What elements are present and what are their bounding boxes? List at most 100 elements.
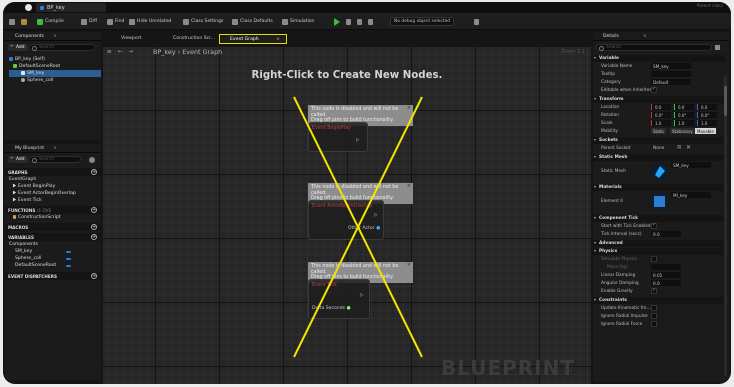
class-defaults-button[interactable]: Class Defaults <box>232 17 273 26</box>
eject-button[interactable] <box>368 17 373 26</box>
transform-section[interactable]: Transform <box>593 96 725 103</box>
material-picker[interactable]: MI_key <box>671 192 721 199</box>
construction-script-item[interactable]: ConstructionScript <box>13 214 61 221</box>
tick-interval-input[interactable]: 0.0 <box>651 231 681 237</box>
editable-checkbox[interactable] <box>651 86 657 93</box>
event-graph-canvas[interactable]: ≡ ← → BP_key › Event Graph Zoom 1:1 Righ… <box>103 46 591 384</box>
event-item-begin-play[interactable]: Event BeginPlay <box>13 183 55 190</box>
tab-viewport[interactable]: Viewport <box>111 34 145 44</box>
rotation-z[interactable]: 0.0° <box>697 112 717 118</box>
static-mesh-thumbnail[interactable] <box>651 163 668 180</box>
step-button[interactable] <box>346 17 351 26</box>
event-graph-item[interactable]: EventGraph <box>9 176 36 183</box>
settings-gear-icon[interactable] <box>89 157 95 163</box>
add-dispatcher-icon[interactable]: + <box>91 273 97 279</box>
hide-unrelated-button[interactable]: Hide Unrelated <box>129 17 171 26</box>
sockets-section[interactable]: Sockets <box>593 137 725 144</box>
play-button[interactable] <box>334 17 340 26</box>
linear-damping-input[interactable]: 0.01 <box>651 272 681 278</box>
component-tick-section[interactable]: Component Tick <box>593 215 725 222</box>
tree-item-self[interactable]: BP_key (Self) <box>9 56 45 63</box>
static-mesh-picker[interactable]: SM_key <box>671 162 721 169</box>
clear-icon[interactable]: ✕ <box>686 144 691 151</box>
details-scrollbar[interactable] <box>724 76 727 376</box>
update-kinematic-checkbox[interactable] <box>651 305 657 311</box>
constraints-section[interactable]: Constraints <box>593 297 725 304</box>
variable-item-sphere-coll[interactable]: Sphere_coll <box>15 255 41 262</box>
material-value[interactable]: MI_key <box>671 192 711 198</box>
find-button[interactable]: Find <box>107 17 124 26</box>
debug-filter-button[interactable] <box>474 17 479 26</box>
simulate-physics-checkbox[interactable] <box>651 256 657 262</box>
mobility-movable[interactable]: Movable <box>695 128 716 134</box>
event-dispatchers-section-header[interactable]: EVENT DISPATCHERS + <box>5 272 101 280</box>
material-thumbnail[interactable] <box>651 193 668 210</box>
browse-button[interactable] <box>21 17 27 26</box>
tooltip-input[interactable] <box>651 71 691 77</box>
simulation-button[interactable]: Simulation <box>282 17 314 26</box>
compile-button[interactable]: Compile <box>37 17 64 26</box>
add-macro-icon[interactable]: + <box>91 224 97 230</box>
debug-object-dropdown[interactable]: No debug object selected <box>390 17 455 26</box>
event-item-tick[interactable]: Event Tick <box>13 197 42 204</box>
close-tab-icon[interactable]: × <box>276 37 280 42</box>
mass-input[interactable] <box>651 264 681 270</box>
variable-item-default-scene-root[interactable]: DefaultSceneRoot <box>15 262 56 269</box>
row-label[interactable]: Scale <box>601 121 613 126</box>
category-dropdown[interactable]: Default <box>651 79 691 85</box>
components-search-input[interactable]: Search <box>29 44 95 51</box>
components-category[interactable]: Components <box>9 241 38 248</box>
location-x[interactable]: 0.0 <box>651 104 671 110</box>
add-variable-icon[interactable]: + <box>91 234 97 240</box>
rotation-x[interactable]: 0.0° <box>651 112 671 118</box>
row-label[interactable]: Location <box>601 105 619 110</box>
stop-button[interactable] <box>357 17 362 26</box>
advanced-section[interactable]: Advanced <box>593 240 725 247</box>
macros-section-header[interactable]: MACROS + <box>5 223 101 231</box>
scale-y[interactable]: 1.0 <box>674 120 694 126</box>
graphs-section-header[interactable]: GRAPHS + <box>5 168 101 176</box>
add-graph-icon[interactable]: + <box>91 169 97 175</box>
event-item-begin-overlap[interactable]: Event ActorBeginOverlap <box>13 190 76 197</box>
tree-item-sm-key[interactable]: SM_key <box>21 70 44 77</box>
ignore-radial-force-checkbox[interactable] <box>651 321 657 327</box>
save-button[interactable] <box>9 17 15 26</box>
tick-enabled-checkbox[interactable] <box>651 222 657 229</box>
static-mesh-section[interactable]: Static Mesh <box>593 154 725 161</box>
angular-damping-input[interactable]: 0.0 <box>651 280 681 286</box>
variable-item-sm-key[interactable]: SM_key <box>15 248 32 255</box>
scale-z[interactable]: 1.0 <box>697 120 717 126</box>
ignore-radial-impulse-checkbox[interactable] <box>651 313 657 319</box>
mobility-static[interactable]: Static <box>651 128 667 134</box>
close-icon[interactable]: × <box>643 34 647 39</box>
details-search-input[interactable]: Search <box>596 44 712 51</box>
socket-browse-icon[interactable]: ▤ <box>677 145 681 150</box>
diff-button[interactable]: Diff <box>81 17 97 26</box>
my-blueprint-search-input[interactable]: Search <box>29 156 81 163</box>
variables-section-header[interactable]: VARIABLES + <box>5 233 101 241</box>
location-z[interactable]: 0.0 <box>697 104 717 110</box>
close-icon[interactable]: × <box>53 34 57 39</box>
document-tab[interactable]: BP_key <box>36 3 106 12</box>
mobility-stationary[interactable]: Stationary <box>670 128 695 134</box>
functions-section-header[interactable]: FUNCTIONS (1 OVE + <box>5 206 101 214</box>
tab-construction-script[interactable]: Construction Scr... <box>163 34 219 44</box>
variable-section[interactable]: Variable <box>593 55 725 62</box>
tree-item-default-scene-root[interactable]: DefaultSceneRoot <box>13 63 60 70</box>
location-y[interactable]: 0.0 <box>674 104 694 110</box>
materials-section[interactable]: Materials <box>593 184 725 191</box>
scale-x[interactable]: 1.0 <box>651 120 671 126</box>
rotation-y[interactable]: 0.0° <box>674 112 694 118</box>
static-mesh-value[interactable]: SM_key <box>671 162 711 168</box>
my-blueprint-add-button[interactable]: Add <box>8 156 28 163</box>
tab-event-graph[interactable]: Event Graph × <box>219 34 287 44</box>
components-add-button[interactable]: Add <box>8 44 28 51</box>
enable-gravity-checkbox[interactable] <box>651 287 657 294</box>
add-function-icon[interactable]: + <box>91 207 97 213</box>
grid-view-icon[interactable] <box>715 45 720 50</box>
close-icon[interactable]: × <box>53 146 57 151</box>
class-settings-button[interactable]: Class Settings <box>183 17 223 26</box>
physics-section[interactable]: Physics <box>593 248 725 255</box>
tree-item-sphere-coll[interactable]: Sphere_coll <box>21 77 53 84</box>
variable-name-input[interactable]: SM_key <box>651 63 691 69</box>
